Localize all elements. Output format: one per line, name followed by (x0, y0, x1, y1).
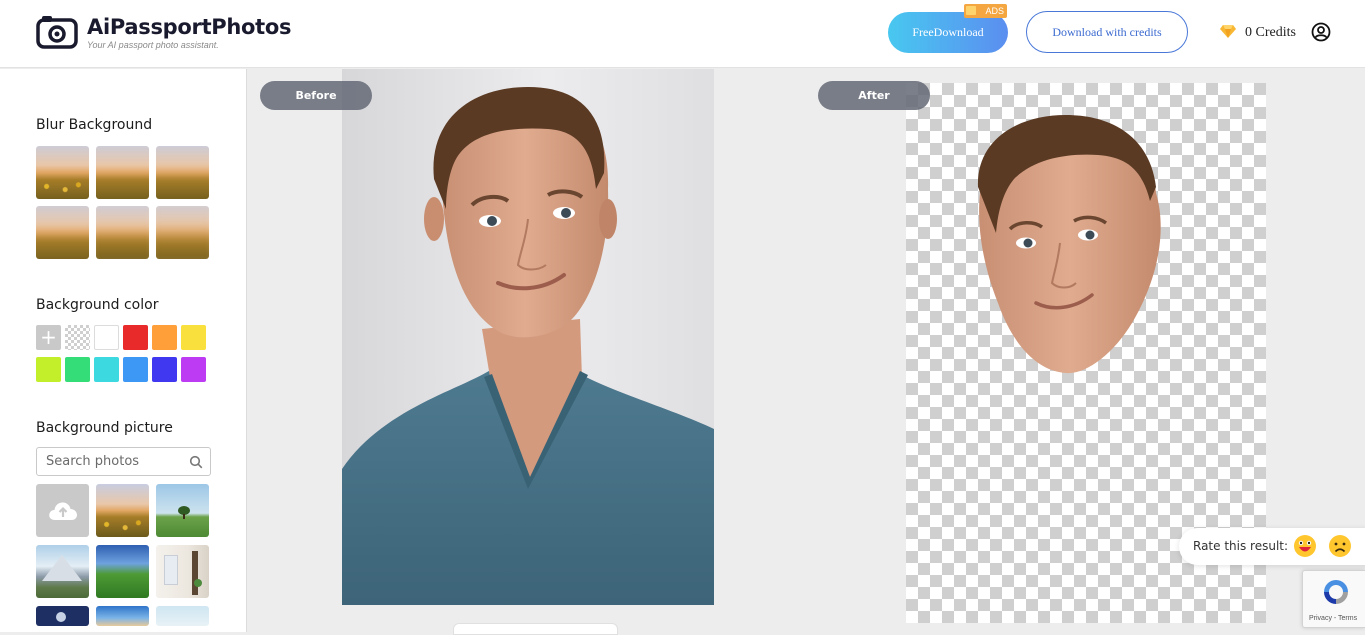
left-sidebar: Blur Background Background color + Backg… (0, 69, 247, 632)
background-picture-title: Background picture (36, 420, 173, 436)
portrait-original-illustration (342, 87, 714, 605)
ads-badge: ADS (964, 4, 1007, 18)
search-icon[interactable] (189, 455, 203, 469)
ads-badge-label: ADS (985, 6, 1004, 16)
green-swatch[interactable] (65, 357, 90, 382)
user-account-icon[interactable] (1311, 22, 1331, 42)
picture-beach-sky[interactable] (96, 606, 149, 626)
yellow-swatch[interactable] (181, 325, 206, 350)
picture-light-sky[interactable] (156, 606, 209, 626)
custom-color-plus-button[interactable]: + (36, 325, 61, 350)
picture-mountains[interactable] (36, 545, 89, 598)
diamond-icon (1220, 25, 1236, 38)
recaptcha-badge[interactable]: Privacy - Terms (1302, 570, 1365, 628)
after-label: After (818, 81, 930, 110)
picture-green-hills[interactable] (96, 545, 149, 598)
recaptcha-privacy-terms[interactable]: Privacy - Terms (1309, 615, 1357, 622)
brand-tagline: Your AI passport photo assistant. (87, 40, 219, 50)
recaptcha-icon (1324, 580, 1348, 604)
free-download-button[interactable]: FreeDownload (888, 12, 1008, 53)
white-swatch[interactable] (94, 325, 119, 350)
blur-background-title: Blur Background (36, 117, 153, 133)
top-header: AiPassportPhotos Your AI passport photo … (0, 0, 1365, 68)
blue-swatch[interactable] (123, 357, 148, 382)
folder-icon (966, 6, 976, 15)
before-label: Before (260, 81, 372, 110)
rate-result-prompt: Rate this result: (1193, 539, 1289, 553)
happy-face-icon[interactable] (1293, 534, 1317, 558)
upload-picture-button[interactable] (36, 484, 89, 537)
blur-option-5[interactable] (96, 206, 149, 259)
brand-name[interactable]: AiPassportPhotos (87, 15, 292, 39)
lime-swatch[interactable] (36, 357, 61, 382)
blur-option-4[interactable] (36, 206, 89, 259)
picture-night-moon[interactable] (36, 606, 89, 626)
background-color-title: Background color (36, 297, 159, 313)
credits-balance[interactable]: 0 Credits (1245, 25, 1296, 41)
picture-tree-meadow[interactable] (156, 484, 209, 537)
before-photo (342, 69, 714, 605)
cyan-swatch[interactable] (94, 357, 119, 382)
search-photos-input[interactable] (46, 448, 186, 475)
sad-face-icon[interactable] (1328, 534, 1352, 558)
blur-option-2[interactable] (96, 146, 149, 199)
camera-logo-icon[interactable] (36, 15, 78, 49)
indigo-swatch[interactable] (152, 357, 177, 382)
download-with-credits-button[interactable]: Download with credits (1026, 11, 1188, 53)
blur-option-6[interactable] (156, 206, 209, 259)
purple-swatch[interactable] (181, 357, 206, 382)
blur-option-1[interactable] (36, 146, 89, 199)
search-photos-box (36, 447, 211, 476)
cloud-upload-icon (48, 501, 77, 520)
red-swatch[interactable] (123, 325, 148, 350)
picture-interior-room[interactable] (156, 545, 209, 598)
blur-option-3[interactable] (156, 146, 209, 199)
bottom-panel-handle[interactable] (453, 623, 618, 635)
orange-swatch[interactable] (152, 325, 177, 350)
transparent-swatch[interactable] (65, 325, 90, 350)
rate-result-widget: Rate this result: (1179, 528, 1365, 565)
picture-sunset-field[interactable] (96, 484, 149, 537)
